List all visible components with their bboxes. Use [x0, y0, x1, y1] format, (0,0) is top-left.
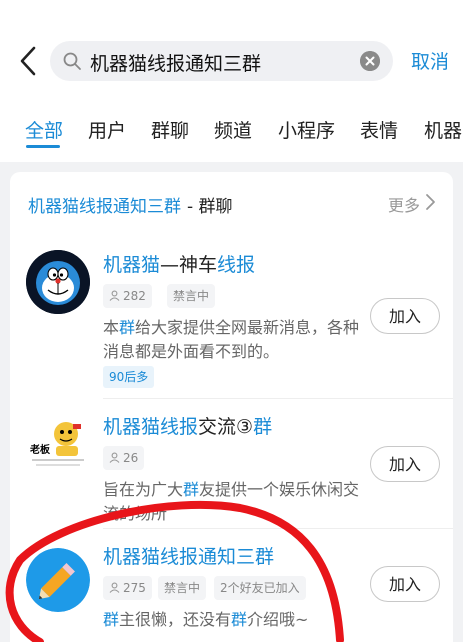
person-icon: [109, 290, 120, 301]
group-name: 机器猫线报通知三群: [103, 546, 275, 568]
tab-stickers[interactable]: 表情: [360, 116, 398, 143]
member-count-badge: 282: [103, 284, 152, 308]
back-arrow-icon[interactable]: [14, 44, 42, 78]
cancel-button[interactable]: 取消: [411, 47, 449, 74]
muted-badge: 禁言中: [167, 284, 216, 308]
divider: [103, 398, 453, 399]
search-box[interactable]: 机器猫线报通知三群: [50, 41, 393, 81]
person-icon: [109, 452, 120, 463]
doraemon-avatar-icon: [26, 250, 90, 314]
member-count-badge: 26: [103, 446, 145, 470]
search-tabs: 全部 用户 群聊 频道 小程序 表情 机器: [0, 112, 463, 152]
search-input[interactable]: 机器猫线报通知三群: [90, 49, 261, 76]
group-description: 旨在为广大群友提供一个娱乐休闲交流的场所: [103, 480, 360, 523]
friends-joined-badge: 2个好友已加入: [214, 576, 306, 600]
group-result-item[interactable]: 老板 机器猫线报交流③群 26 旨在为广大群友提供一个娱乐休闲交流的场所 加入: [10, 412, 453, 542]
divider: [103, 528, 453, 529]
group-avatar: 老板: [26, 412, 90, 476]
more-link[interactable]: 更多: [388, 192, 420, 216]
svg-text:老板: 老板: [29, 443, 51, 456]
tab-channels[interactable]: 频道: [214, 116, 252, 143]
clear-icon[interactable]: [360, 51, 380, 71]
group-name: 机器猫线报交流③群: [103, 416, 273, 438]
group-description: 本群给大家提供全网最新消息，各种消息都是外面看不到的。: [103, 318, 360, 361]
top-bar: 机器猫线报通知三群 取消 全部 用户 群聊 频道 小程序 表情 机器: [0, 0, 463, 162]
group-result-item[interactable]: 机器猫线报通知三群 275 禁言中 2个好友已加入 群主很懒，还没有群介绍哦~ …: [10, 542, 453, 642]
join-button[interactable]: 加入: [370, 298, 440, 334]
group-avatar: [26, 548, 90, 612]
tab-users[interactable]: 用户: [88, 116, 126, 143]
tab-mini-programs[interactable]: 小程序: [278, 116, 335, 143]
group-description: 群主很懒，还没有群介绍哦~: [103, 610, 309, 629]
muted-badge: 禁言中: [158, 576, 207, 600]
active-tab-indicator: [26, 145, 60, 148]
group-tag: 90后多: [103, 366, 155, 388]
person-icon: [109, 582, 120, 593]
member-count-badge: 275: [103, 576, 152, 600]
tab-group-chats[interactable]: 群聊: [151, 116, 189, 143]
group-name: 机器猫—神车线报: [103, 254, 256, 276]
join-button[interactable]: 加入: [370, 446, 440, 482]
boss-avatar-icon: 老板: [29, 422, 84, 466]
search-icon: [63, 52, 81, 70]
group-avatar: [26, 250, 90, 314]
join-button[interactable]: 加入: [370, 566, 440, 602]
tab-robots[interactable]: 机器: [424, 116, 462, 143]
section-title: 机器猫线报通知三群 - 群聊: [28, 197, 233, 217]
group-results-card: 机器猫线报通知三群 - 群聊 更多 机器猫—神车线报 282 禁言中 本群给大家…: [10, 172, 453, 642]
tab-all[interactable]: 全部: [25, 116, 63, 143]
pencil-avatar-icon: [26, 548, 90, 612]
group-result-item[interactable]: 机器猫—神车线报 282 禁言中 本群给大家提供全网最新消息，各种消息都是外面看…: [10, 250, 453, 388]
chevron-right-icon[interactable]: [424, 193, 436, 211]
